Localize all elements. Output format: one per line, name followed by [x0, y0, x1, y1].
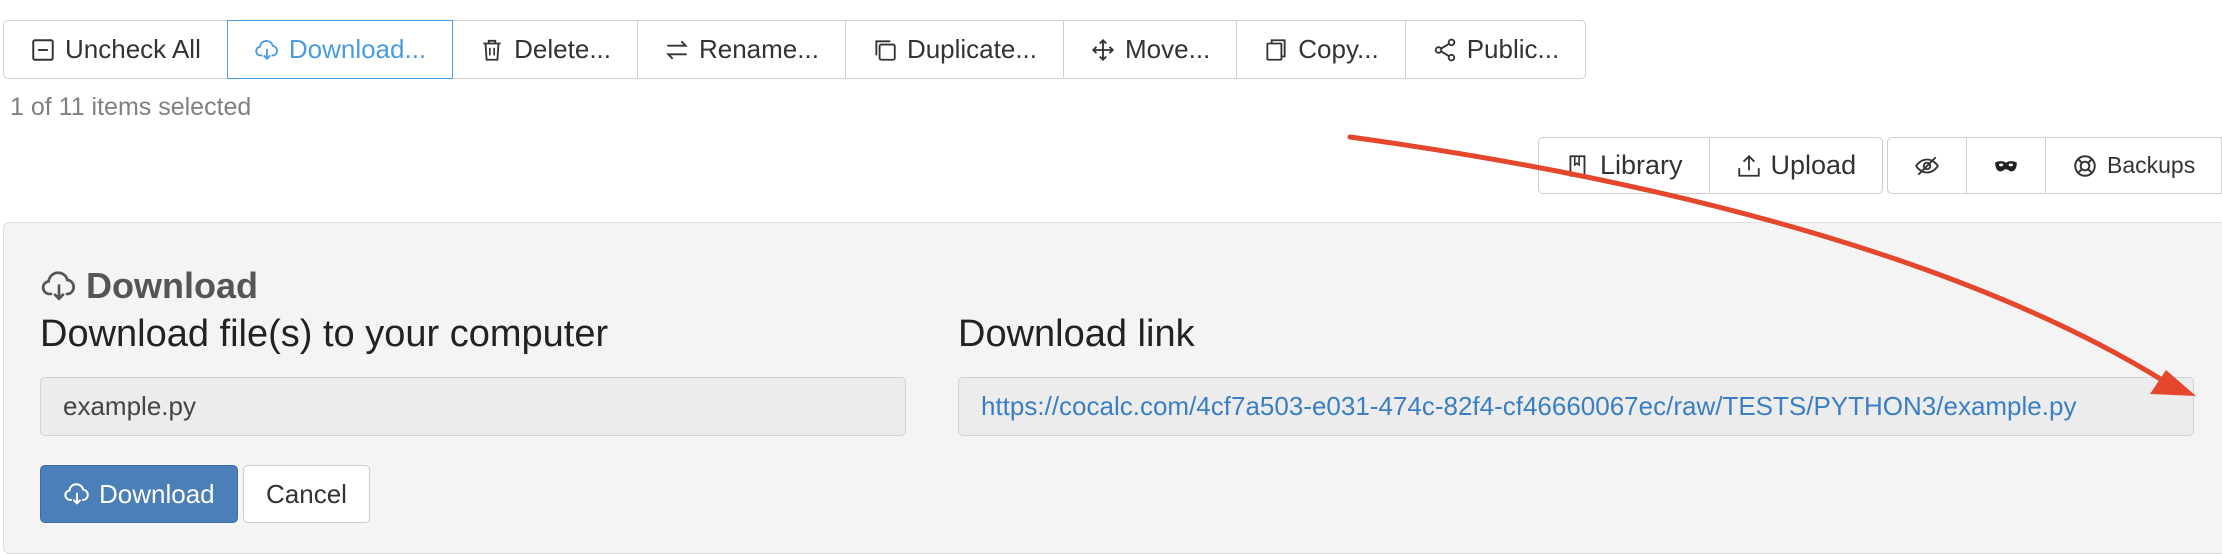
move-arrows-icon	[1091, 38, 1115, 61]
view-options-group: Backups	[1887, 137, 2222, 194]
backups-button[interactable]: Backups	[2045, 137, 2222, 194]
download-submit-button[interactable]: Download	[40, 465, 238, 523]
upload-label: Upload	[1770, 150, 1857, 180]
filename-field[interactable]: example.py	[40, 377, 906, 436]
file-action-toolbar: Uncheck All Download... Delete... Rename…	[3, 20, 1587, 79]
library-button[interactable]: Library	[1538, 137, 1710, 194]
upload-button[interactable]: Upload	[1708, 137, 1884, 194]
download-button[interactable]: Download...	[226, 20, 454, 79]
download-submit-label: Download	[99, 478, 215, 509]
selection-status: 1 of 11 items selected	[10, 93, 252, 121]
cloud-download-icon	[255, 39, 278, 60]
toggle-hidden-files-button[interactable]	[1887, 137, 1967, 194]
file-copy-icon	[1266, 38, 1286, 61]
toggle-masked-files-button[interactable]	[1966, 137, 2046, 194]
panel-title-text: Download	[86, 265, 258, 306]
copy-button[interactable]: Copy...	[1236, 20, 1406, 79]
cloud-download-icon	[41, 271, 76, 301]
upload-icon	[1737, 154, 1760, 177]
backups-label: Backups	[2107, 152, 2196, 178]
public-label: Public...	[1466, 34, 1560, 64]
eye-slash-icon	[1915, 156, 1939, 175]
delete-label: Delete...	[514, 34, 611, 64]
download-panel: Download Download file(s) to your comput…	[3, 222, 2222, 554]
panel-title: Download	[40, 265, 258, 307]
minus-square-icon	[32, 38, 54, 61]
copy-icon	[875, 39, 896, 61]
duplicate-label: Duplicate...	[906, 34, 1038, 64]
library-upload-group: Library Upload	[1538, 137, 1884, 194]
uncheck-all-label: Uncheck All	[65, 34, 201, 64]
move-button[interactable]: Move...	[1063, 20, 1238, 79]
cancel-button[interactable]: Cancel	[243, 465, 370, 523]
rename-label: Rename...	[698, 34, 819, 64]
duplicate-button[interactable]: Duplicate...	[844, 20, 1065, 79]
share-icon	[1434, 38, 1455, 61]
uncheck-all-button[interactable]: Uncheck All	[3, 20, 228, 79]
download-files-heading: Download file(s) to your computer	[40, 313, 609, 355]
download-label: Download...	[288, 34, 427, 64]
swap-icon	[666, 40, 688, 59]
trash-icon	[483, 39, 501, 61]
copy-label: Copy...	[1298, 34, 1379, 64]
life-ring-icon	[2074, 154, 2096, 177]
public-button[interactable]: Public...	[1404, 20, 1587, 79]
rename-button[interactable]: Rename...	[636, 20, 846, 79]
book-icon	[1569, 154, 1586, 177]
mask-icon	[1995, 160, 2017, 171]
download-link-field[interactable]: https://cocalc.com/4cf7a503-e031-474c-82…	[958, 377, 2194, 436]
library-label: Library	[1600, 150, 1683, 180]
delete-button[interactable]: Delete...	[452, 20, 638, 79]
cloud-download-icon	[64, 483, 89, 505]
move-label: Move...	[1125, 34, 1211, 64]
download-link-heading: Download link	[958, 313, 1195, 355]
